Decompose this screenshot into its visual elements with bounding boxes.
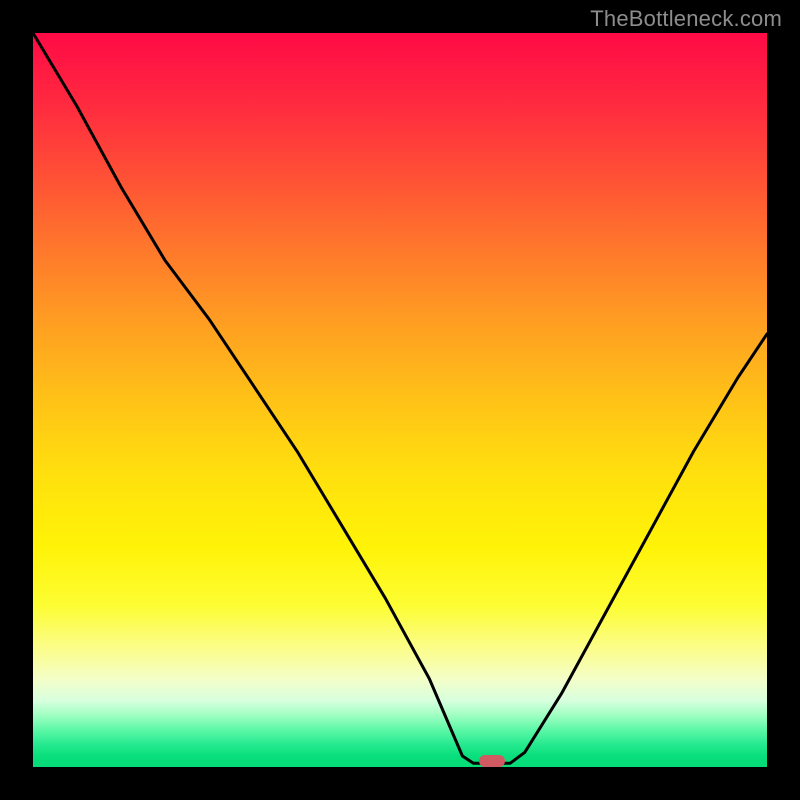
chart-frame: TheBottleneck.com — [0, 0, 800, 800]
plot-area — [33, 33, 767, 767]
bottleneck-curve — [33, 33, 767, 767]
watermark-text: TheBottleneck.com — [590, 6, 782, 32]
optimal-point-marker — [479, 755, 505, 767]
